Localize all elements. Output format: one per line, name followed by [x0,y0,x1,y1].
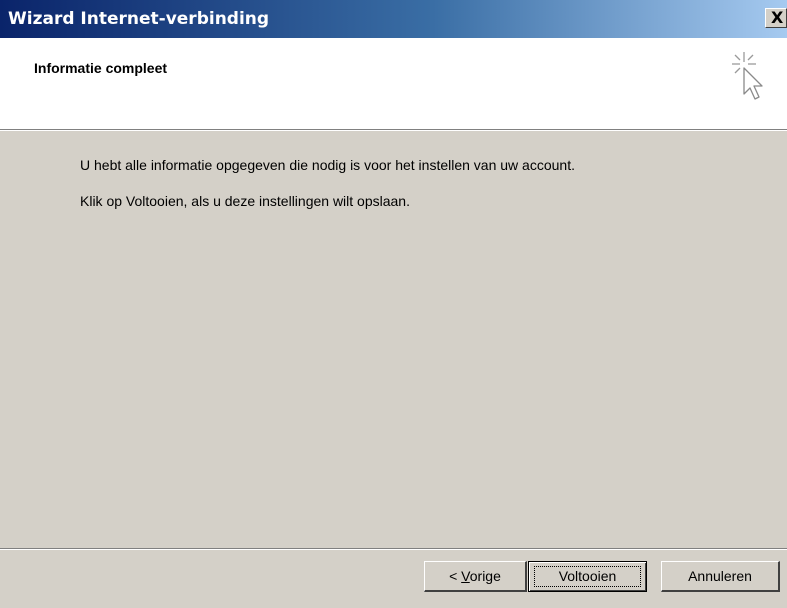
back-button[interactable]: < Vorige [424,561,527,592]
button-separator [0,548,787,550]
finish-button-label: Voltooien [558,568,617,584]
close-icon: X [771,8,784,27]
back-button-mnemonic: V [461,568,470,584]
finish-button[interactable]: Voltooien [528,561,647,592]
cancel-button-label: Annuleren [688,568,752,584]
back-button-rest: orige [469,568,501,584]
back-button-prefix: < [449,568,462,584]
wizard-cursor-icon [732,52,763,100]
page-title: Informatie compleet [34,60,168,76]
cancel-button[interactable]: Annuleren [661,561,780,592]
wizard-dialog: Wizard Internet-verbinding X Informatie … [0,0,787,608]
title-bar[interactable]: Wizard Internet-verbinding X [0,0,787,38]
wizard-header: Informatie compleet [0,38,787,130]
close-button[interactable]: X [765,8,787,28]
window-title: Wizard Internet-verbinding [8,9,270,29]
info-text-instruction: Klik op Voltooien, als u deze instelling… [80,193,410,209]
info-text-complete: U hebt alle informatie opgegeven die nod… [80,157,575,173]
